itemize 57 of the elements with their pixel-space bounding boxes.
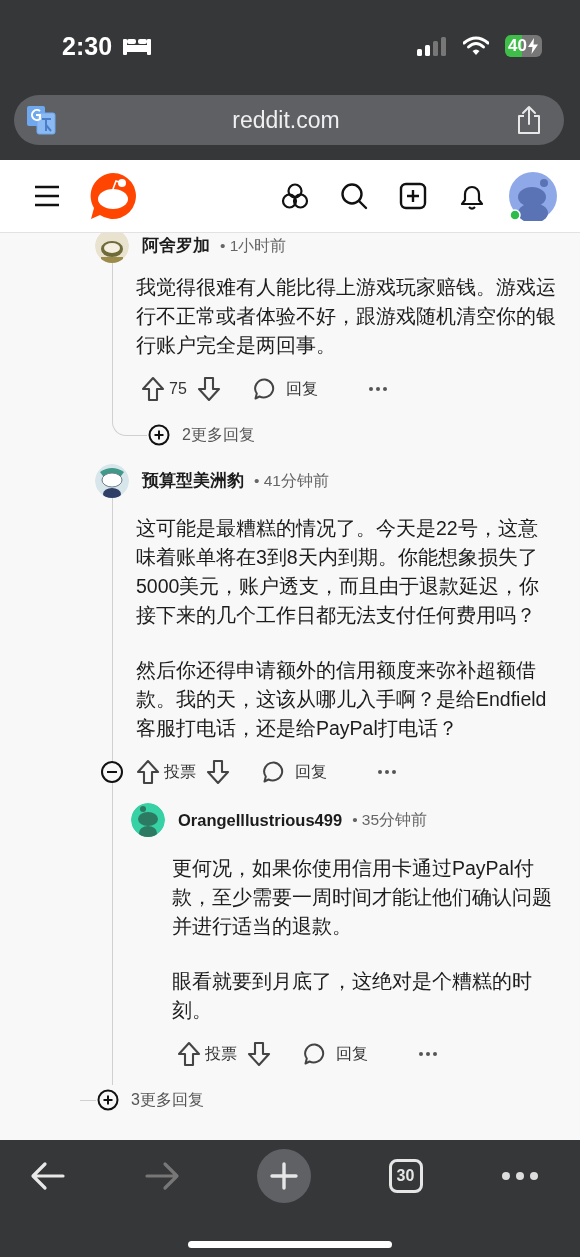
address-bar[interactable]: reddit.com: [14, 95, 564, 145]
comment-bubble-icon: [262, 760, 286, 784]
upvote-icon[interactable]: [136, 759, 160, 785]
collapse-icon[interactable]: [100, 760, 124, 784]
communities-icon[interactable]: [281, 182, 309, 210]
username[interactable]: OrangeIllustrious499: [178, 810, 343, 830]
more-replies-button[interactable]: 3更多回复: [97, 1085, 204, 1115]
bed-icon: [122, 36, 153, 56]
vote-count: 投票: [205, 1043, 237, 1064]
comment-bubble-icon: [303, 1042, 327, 1066]
reply-button[interactable]: 回复: [297, 1038, 374, 1070]
menu-icon[interactable]: [34, 185, 60, 207]
comment-bubble-icon: [252, 377, 277, 401]
timestamp: • 1小时前: [220, 235, 287, 256]
timestamp: • 35分钟前: [352, 809, 428, 830]
tab-count[interactable]: 30: [388, 1159, 423, 1193]
downvote-icon[interactable]: [206, 759, 230, 785]
timestamp: • 41分钟前: [254, 470, 329, 491]
comment-text: 然后你还得申请额外的信用额度来弥补超额借款。我的天，这该从哪儿入手啊？是给Endfield客服打电话，还是给PayPal打电话？: [136, 658, 548, 741]
avatar[interactable]: [95, 464, 129, 498]
plus-circle-icon: [97, 1089, 119, 1111]
translate-icon[interactable]: [26, 105, 56, 135]
vote-count: 75: [169, 380, 187, 398]
downvote-icon[interactable]: [196, 376, 221, 402]
comment-text: 眼看就要到月底了，这绝对是个糟糕的时刻。: [172, 969, 533, 1023]
url-text[interactable]: reddit.com: [232, 106, 340, 134]
avatar[interactable]: [95, 233, 129, 263]
username[interactable]: 预算型美洲豹: [142, 470, 244, 492]
clock-time: 2:30: [62, 31, 113, 61]
comment-text: 我觉得很难有人能比得上游戏玩家赔钱。游戏运行不正常或者体验不好，跟游戏随机清空你的银行账户完全是两回事。: [136, 275, 556, 358]
reply-button[interactable]: 回复: [256, 756, 333, 788]
more-options-icon[interactable]: [367, 386, 388, 392]
plus-circle-icon: [148, 424, 170, 446]
wifi-icon: [463, 36, 490, 56]
back-arrow-icon[interactable]: [30, 1161, 66, 1191]
share-icon[interactable]: [516, 105, 542, 135]
new-tab-button[interactable]: [257, 1149, 311, 1203]
avatar[interactable]: [131, 803, 165, 837]
user-avatar[interactable]: [508, 171, 558, 221]
more-replies-button[interactable]: 2更多回复: [148, 420, 255, 450]
search-icon[interactable]: [340, 182, 368, 210]
more-options-icon[interactable]: [500, 1171, 540, 1181]
create-post-icon[interactable]: [399, 182, 427, 210]
battery-level: 40: [508, 36, 527, 56]
downvote-icon[interactable]: [247, 1041, 271, 1067]
upvote-icon[interactable]: [177, 1041, 201, 1067]
vote-count: 投票: [164, 761, 196, 782]
more-options-icon[interactable]: [418, 1051, 438, 1057]
reply-button[interactable]: 回复: [246, 373, 324, 405]
comment-text: 这可能是最糟糕的情况了。今天是22号，这意味着账单将在3到8天内到期。你能想象损失了5000美元，账户透支，而且由于退款延迟，你接下来的几个工作日都无法支付任何费用吗？: [136, 516, 541, 628]
upvote-icon[interactable]: [141, 376, 165, 402]
comment-text: 更何况，如果你使用信用卡通过PayPal付款，至少需要一周时间才能让他们确认问题并进行适当的退款。: [172, 856, 553, 939]
signal-icon: [417, 36, 448, 56]
username[interactable]: 阿舍罗加: [142, 235, 210, 257]
logo-icon[interactable]: [89, 172, 137, 220]
bolt-icon: [528, 38, 538, 54]
more-options-icon[interactable]: [377, 769, 397, 775]
